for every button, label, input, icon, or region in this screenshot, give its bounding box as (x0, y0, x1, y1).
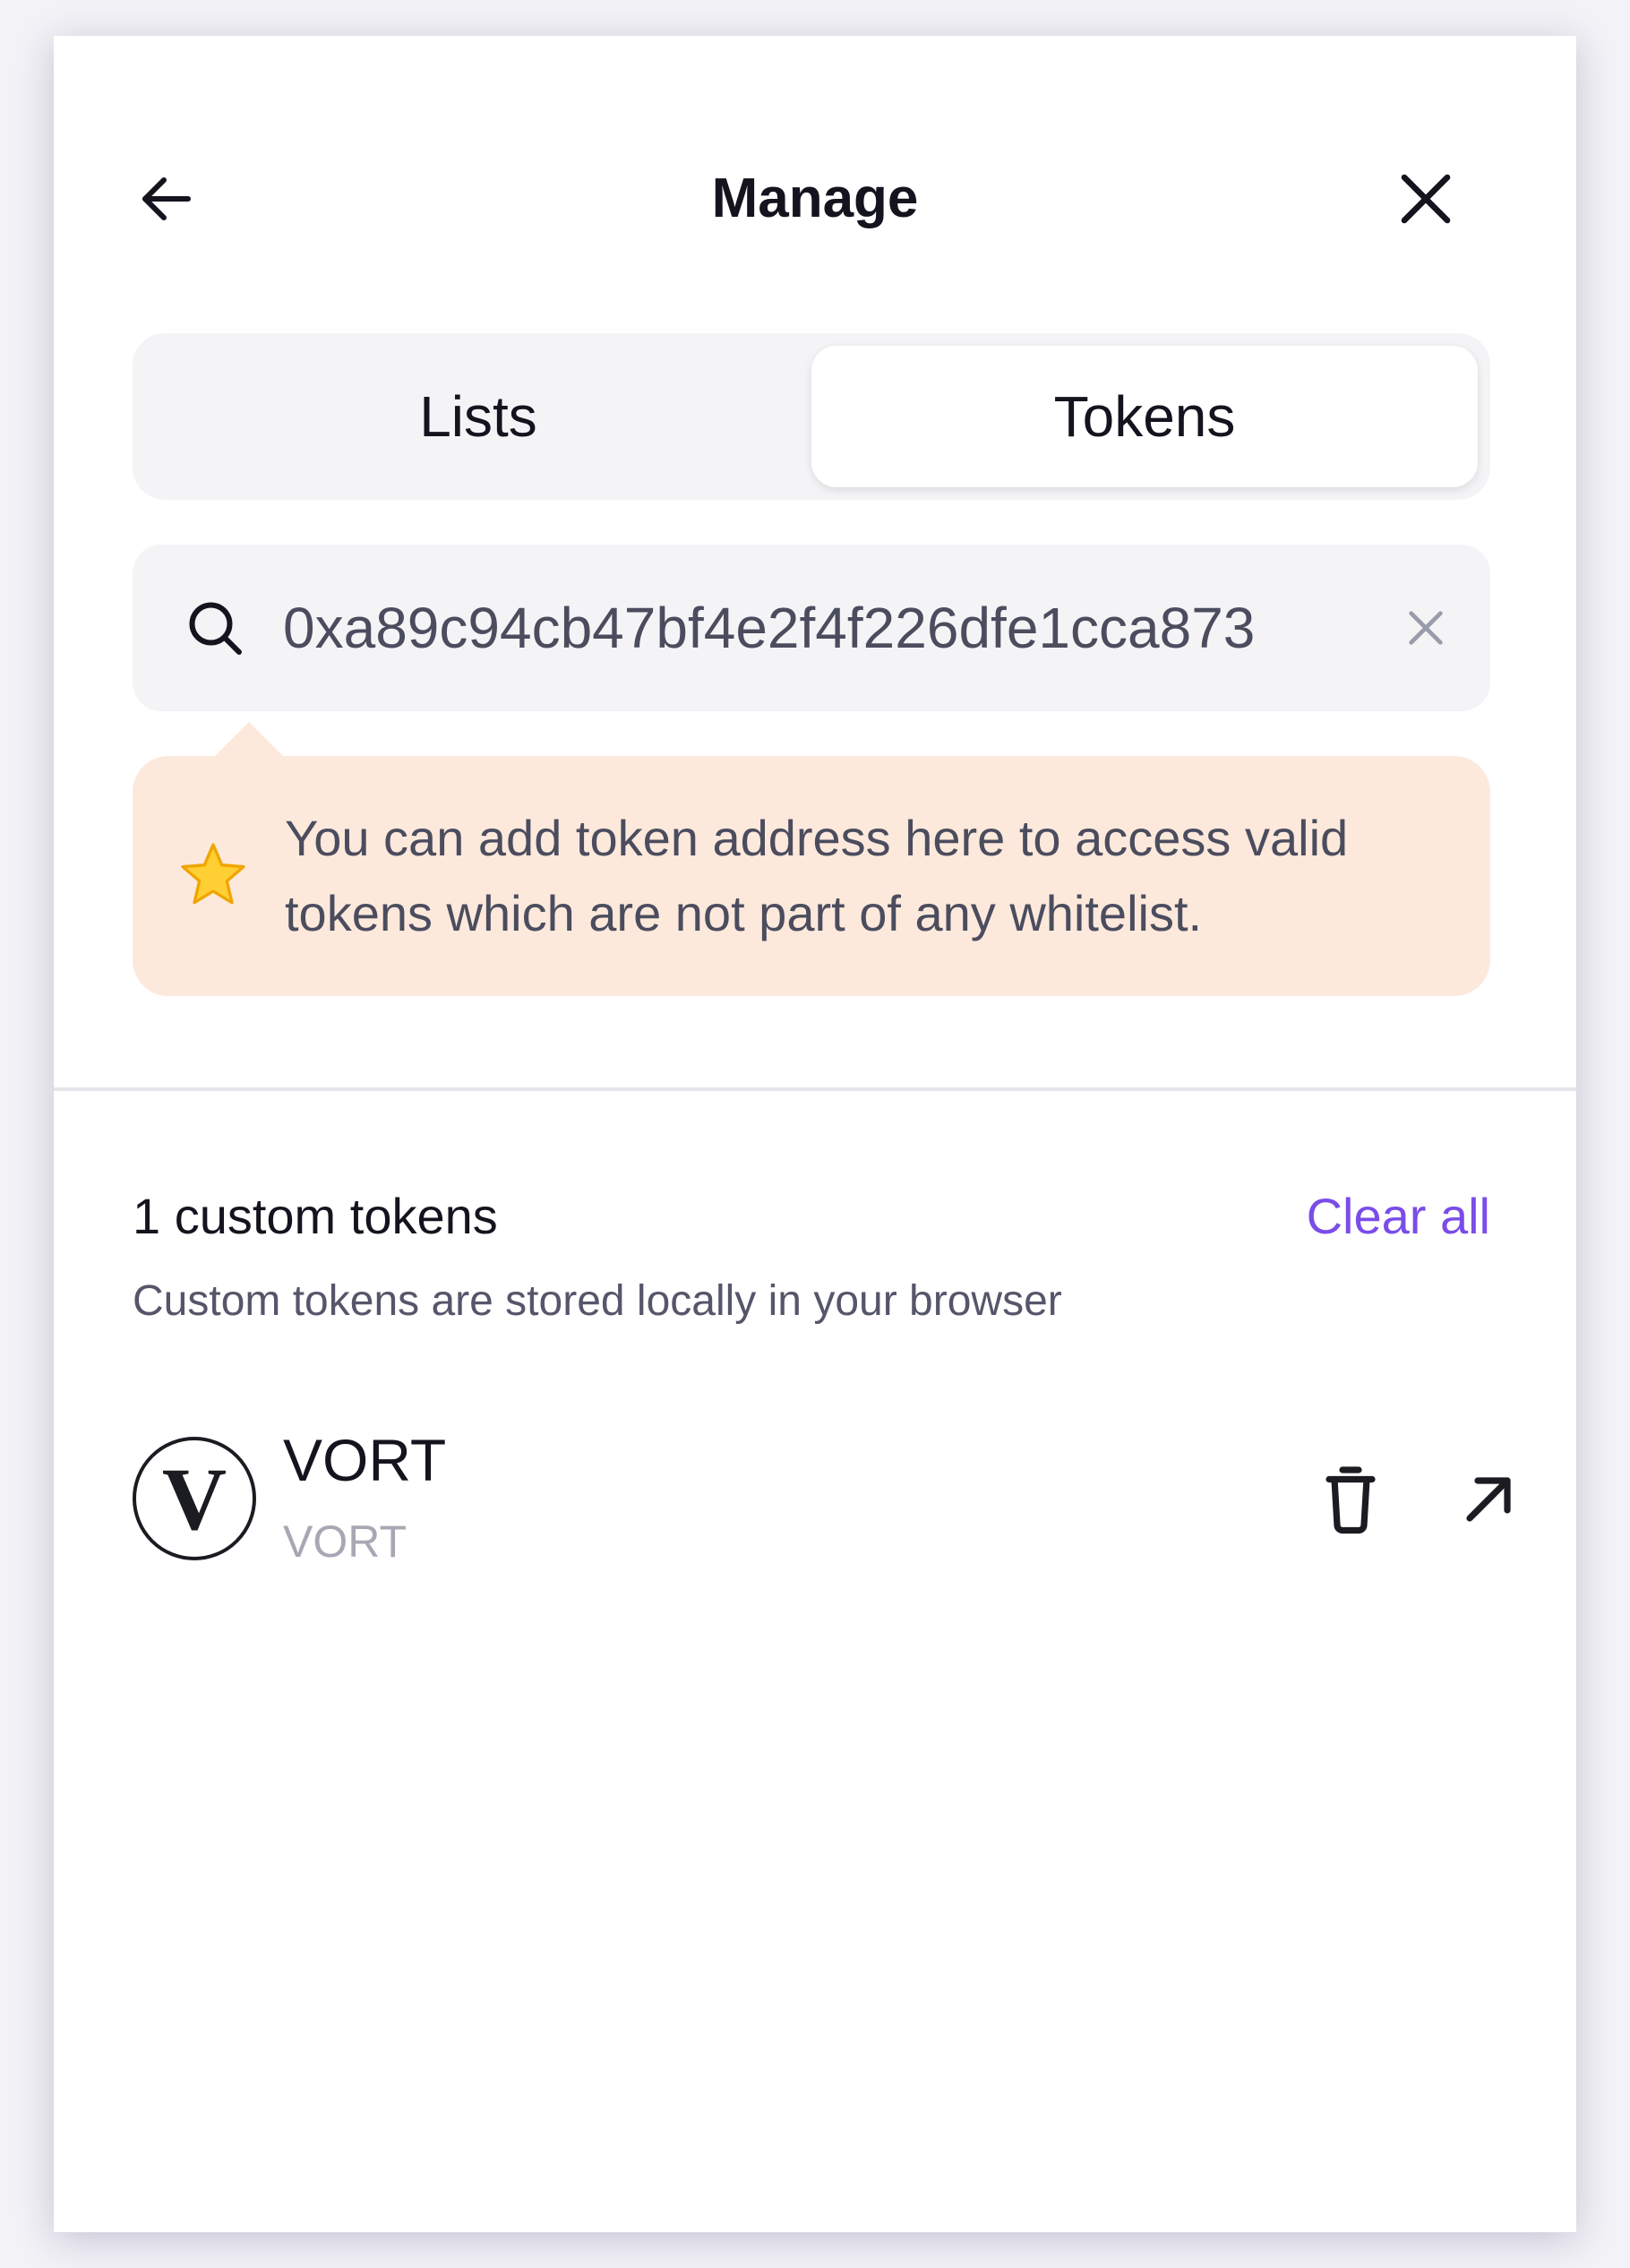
search-icon (189, 602, 242, 655)
token-logo: V (133, 1437, 256, 1560)
clear-all-button[interactable]: Clear all (1307, 1187, 1490, 1245)
page-title: Manage (711, 168, 919, 229)
token-name: VORT (283, 1427, 447, 1493)
clear-search-button[interactable] (1397, 599, 1454, 657)
clear-icon (1409, 611, 1443, 645)
trash-icon (1325, 1466, 1376, 1534)
divider (54, 1087, 1576, 1091)
delete-token-button[interactable] (1315, 1462, 1386, 1537)
token-row: V VORT VORT (133, 1426, 1511, 1567)
tab-tokens[interactable]: Tokens (811, 346, 1478, 487)
close-icon (1401, 174, 1451, 224)
tip-text-line-1: You can add token address here to access… (285, 810, 1349, 866)
tab-switcher: Lists Tokens (133, 333, 1490, 500)
external-link-icon (1466, 1477, 1511, 1522)
custom-tokens-count: 1 custom tokens (133, 1188, 498, 1244)
info-tip: You can add token address here to access… (133, 722, 1490, 996)
custom-tokens-note: Custom tokens are stored locally in your… (133, 1277, 1062, 1325)
search-input[interactable] (283, 588, 1379, 668)
view-token-button[interactable] (1453, 1462, 1524, 1537)
search-bar (133, 545, 1490, 711)
tab-lists[interactable]: Lists (145, 346, 811, 487)
modal-header: Manage (54, 36, 1576, 269)
tip-text-line-2: tokens which are not part of any whiteli… (285, 885, 1203, 941)
star-icon (181, 843, 245, 905)
token-symbol: VORT (283, 1516, 407, 1567)
tip-text: You can add token address here to access… (285, 801, 1348, 951)
close-button[interactable] (1388, 161, 1463, 236)
manage-modal: Manage Lists Tokens You can ad (54, 36, 1576, 2232)
